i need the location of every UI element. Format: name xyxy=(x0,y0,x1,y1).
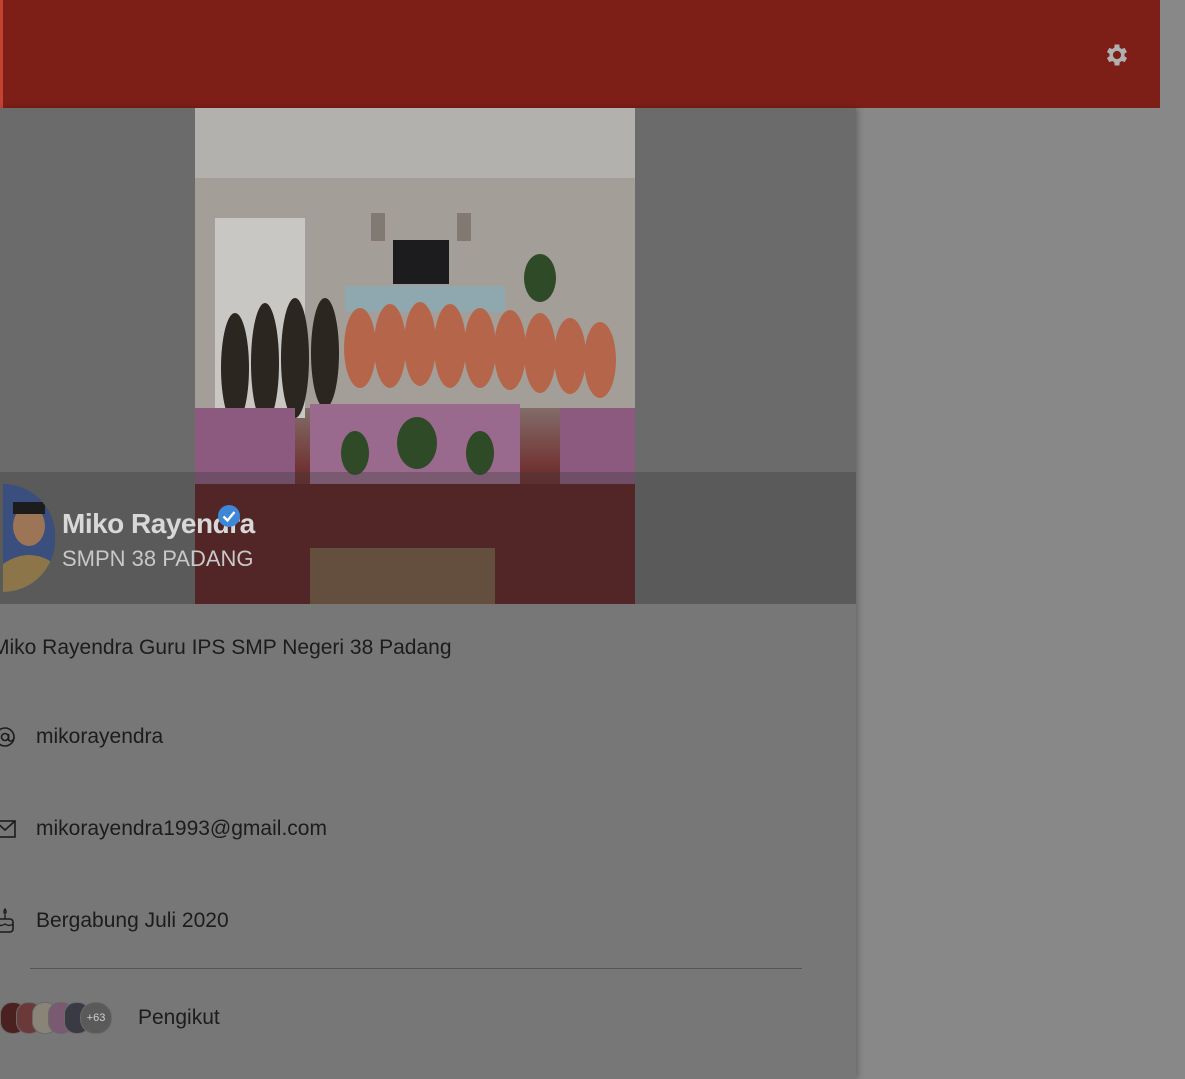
at-sign-icon xyxy=(0,722,18,752)
gear-icon xyxy=(1106,44,1128,66)
profile-bio-text: Miko Rayendra Guru IPS SMP Negeri 38 Pad… xyxy=(0,636,452,659)
profile-bio: Miko Rayendra Guru IPS SMP Negeri 38 Pad… xyxy=(0,636,460,660)
followers-row[interactable]: +63 Pengikut xyxy=(0,998,220,1038)
settings-button[interactable] xyxy=(1100,38,1134,72)
profile-school: SMPN 38 PADANG xyxy=(62,546,254,571)
verified-badge-icon xyxy=(218,505,240,527)
followers-extra-count: +63 xyxy=(80,1002,112,1034)
divider xyxy=(30,968,802,969)
mail-icon xyxy=(0,814,18,844)
profile-panel: Miko Rayendra SMPN 38 PADANG Miko Rayend… xyxy=(0,108,856,1079)
username-row: mikorayendra xyxy=(0,720,163,754)
verified-badge xyxy=(217,504,241,533)
cake-icon xyxy=(0,906,18,936)
joined-text: Bergabung Juli 2020 xyxy=(36,909,229,932)
email-row: mikorayendra1993@gmail.com xyxy=(0,812,327,846)
email-text: mikorayendra1993@gmail.com xyxy=(36,817,327,840)
joined-row: Bergabung Juli 2020 xyxy=(0,904,229,938)
top-app-bar xyxy=(0,0,1160,108)
followers-label[interactable]: Pengikut xyxy=(138,1006,220,1030)
username-text: mikorayendra xyxy=(36,725,164,748)
